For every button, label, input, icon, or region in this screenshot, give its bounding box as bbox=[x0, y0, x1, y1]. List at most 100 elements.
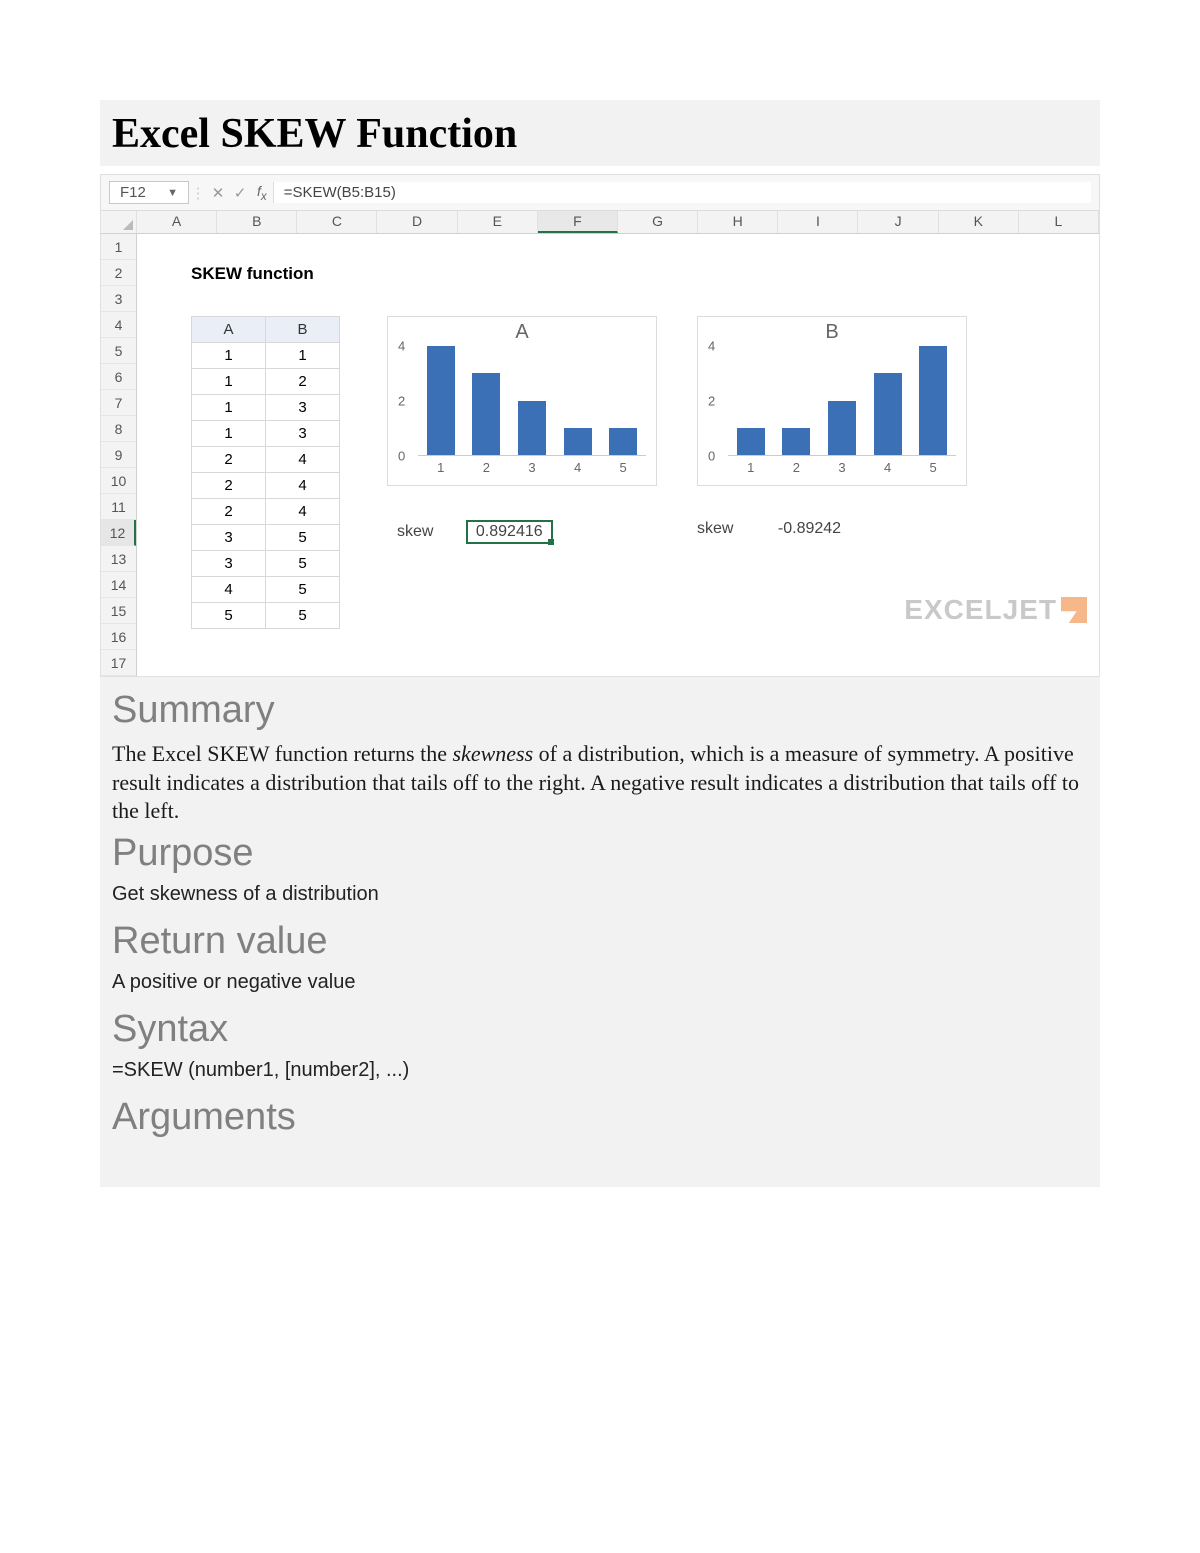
table-cell[interactable]: 1 bbox=[192, 395, 266, 421]
name-box[interactable]: F12 ▼ bbox=[109, 181, 189, 204]
fx-icon[interactable]: fx bbox=[257, 183, 267, 203]
table-header: B bbox=[266, 317, 340, 343]
row-header-17[interactable]: 17 bbox=[101, 650, 136, 676]
table-cell[interactable]: 5 bbox=[192, 603, 266, 629]
table-cell[interactable]: 5 bbox=[266, 551, 340, 577]
summary-text-pre: The Excel SKEW function returns the bbox=[112, 741, 453, 766]
syntax-text: =SKEW (number1, [number2], ...) bbox=[112, 1059, 1088, 1082]
table-row: 13 bbox=[192, 395, 340, 421]
sheet-heading: SKEW function bbox=[191, 264, 314, 284]
skew-word: skew bbox=[397, 523, 433, 540]
row-header-15[interactable]: 15 bbox=[101, 598, 136, 624]
table-cell[interactable]: 1 bbox=[192, 421, 266, 447]
row-header-13[interactable]: 13 bbox=[101, 546, 136, 572]
chart-b-title: B bbox=[698, 321, 966, 344]
row-header-11[interactable]: 11 bbox=[101, 494, 136, 520]
x-tick: 2 bbox=[793, 460, 800, 475]
row-header-5[interactable]: 5 bbox=[101, 338, 136, 364]
bar bbox=[472, 373, 500, 455]
y-tick: 2 bbox=[398, 394, 405, 409]
row-header-12[interactable]: 12 bbox=[101, 520, 136, 546]
col-header-I[interactable]: I bbox=[778, 211, 858, 233]
name-box-value: F12 bbox=[120, 184, 146, 201]
col-header-J[interactable]: J bbox=[858, 211, 938, 233]
return-value-text: A positive or negative value bbox=[112, 971, 1088, 994]
cancel-icon[interactable]: ✕ bbox=[207, 184, 229, 202]
cells-area[interactable]: SKEW function AB 1112131324242435354555 … bbox=[137, 234, 1099, 676]
table-cell[interactable]: 4 bbox=[266, 447, 340, 473]
table-row: 12 bbox=[192, 369, 340, 395]
x-tick: 2 bbox=[483, 460, 490, 475]
col-header-C[interactable]: C bbox=[297, 211, 377, 233]
x-tick: 1 bbox=[747, 460, 754, 475]
table-cell[interactable]: 3 bbox=[266, 395, 340, 421]
table-cell[interactable]: 5 bbox=[266, 525, 340, 551]
col-header-G[interactable]: G bbox=[618, 211, 698, 233]
skew-word: skew bbox=[697, 520, 733, 537]
table-cell[interactable]: 2 bbox=[192, 447, 266, 473]
table-cell[interactable]: 4 bbox=[266, 499, 340, 525]
row-header-14[interactable]: 14 bbox=[101, 572, 136, 598]
row-header-7[interactable]: 7 bbox=[101, 390, 136, 416]
table-cell[interactable]: 1 bbox=[192, 343, 266, 369]
bar bbox=[919, 346, 947, 455]
col-header-B[interactable]: B bbox=[217, 211, 297, 233]
col-header-E[interactable]: E bbox=[458, 211, 538, 233]
title-block: Excel SKEW Function bbox=[100, 100, 1100, 166]
table-cell[interactable]: 4 bbox=[266, 473, 340, 499]
table-cell[interactable]: 1 bbox=[266, 343, 340, 369]
x-tick: 3 bbox=[838, 460, 845, 475]
x-tick: 5 bbox=[930, 460, 937, 475]
col-header-A[interactable]: A bbox=[137, 211, 217, 233]
formula-bar[interactable]: =SKEW(B5:B15) bbox=[273, 182, 1091, 203]
table-cell[interactable]: 3 bbox=[192, 525, 266, 551]
table-cell[interactable]: 2 bbox=[192, 473, 266, 499]
summary-heading: Summary bbox=[112, 689, 1088, 732]
table-cell[interactable]: 5 bbox=[266, 603, 340, 629]
dropdown-icon[interactable]: ▼ bbox=[167, 187, 178, 199]
confirm-icon[interactable]: ✓ bbox=[229, 184, 251, 202]
bar bbox=[427, 346, 455, 455]
y-tick: 4 bbox=[708, 339, 715, 354]
y-tick: 0 bbox=[708, 449, 715, 464]
bar bbox=[737, 428, 765, 455]
table-cell[interactable]: 3 bbox=[266, 421, 340, 447]
excel-screenshot: F12 ▼ ⋮ ✕ ✓ fx =SKEW(B5:B15) ABCDEFGHIJK… bbox=[100, 174, 1100, 677]
selected-cell[interactable]: 0.892416 bbox=[466, 520, 553, 544]
col-header-D[interactable]: D bbox=[377, 211, 457, 233]
skew-result-a: skew 0.892416 bbox=[397, 520, 553, 544]
row-header-9[interactable]: 9 bbox=[101, 442, 136, 468]
x-tick: 5 bbox=[620, 460, 627, 475]
result-b-value: -0.89242 bbox=[778, 520, 841, 537]
skew-result-b: skew -0.89242 bbox=[697, 520, 841, 538]
col-header-K[interactable]: K bbox=[939, 211, 1019, 233]
x-tick: 4 bbox=[884, 460, 891, 475]
table-cell[interactable]: 2 bbox=[266, 369, 340, 395]
col-header-L[interactable]: L bbox=[1019, 211, 1099, 233]
data-table: AB 1112131324242435354555 bbox=[191, 316, 340, 629]
watermark: EXCELJET bbox=[904, 594, 1087, 626]
row-header-4[interactable]: 4 bbox=[101, 312, 136, 338]
row-header-16[interactable]: 16 bbox=[101, 624, 136, 650]
row-header-6[interactable]: 6 bbox=[101, 364, 136, 390]
col-header-H[interactable]: H bbox=[698, 211, 778, 233]
formula-bar-row: F12 ▼ ⋮ ✕ ✓ fx =SKEW(B5:B15) bbox=[101, 175, 1099, 211]
row-header-3[interactable]: 3 bbox=[101, 286, 136, 312]
row-header-10[interactable]: 10 bbox=[101, 468, 136, 494]
chart-a-title: A bbox=[388, 321, 656, 344]
row-header-8[interactable]: 8 bbox=[101, 416, 136, 442]
table-cell[interactable]: 2 bbox=[192, 499, 266, 525]
table-cell[interactable]: 1 bbox=[192, 369, 266, 395]
table-cell[interactable]: 4 bbox=[192, 577, 266, 603]
col-header-F[interactable]: F bbox=[538, 211, 618, 233]
table-row: 24 bbox=[192, 447, 340, 473]
arguments-heading: Arguments bbox=[112, 1096, 1088, 1139]
row-header-1[interactable]: 1 bbox=[101, 234, 136, 260]
bar bbox=[564, 428, 592, 455]
table-row: 24 bbox=[192, 499, 340, 525]
table-cell[interactable]: 5 bbox=[266, 577, 340, 603]
row-header-2[interactable]: 2 bbox=[101, 260, 136, 286]
table-cell[interactable]: 3 bbox=[192, 551, 266, 577]
select-all-corner[interactable] bbox=[101, 211, 137, 233]
bar bbox=[828, 401, 856, 456]
